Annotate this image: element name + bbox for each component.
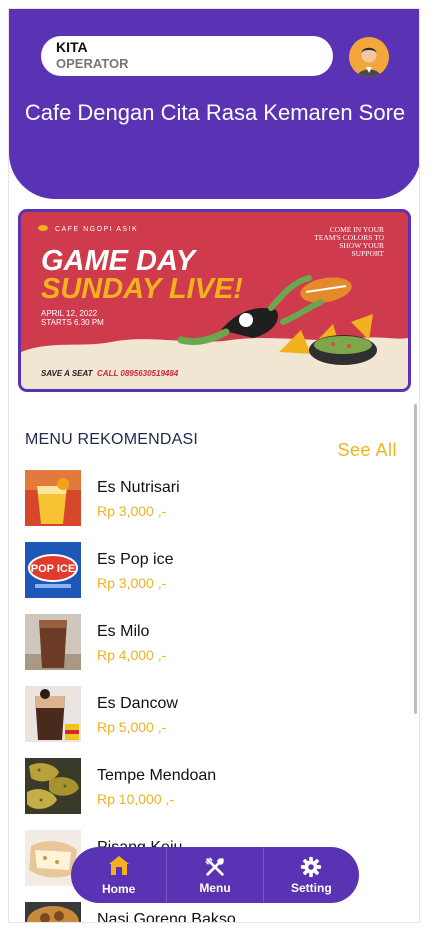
nav-menu-label: Menu	[199, 881, 231, 895]
menu-item-name: Es Nutrisari	[97, 479, 180, 496]
svg-text:SAVE A SEAT: SAVE A SEAT	[41, 369, 94, 378]
user-info-pill[interactable]: KITA OPERATOR	[41, 36, 333, 76]
svg-text:SUPPORT: SUPPORT	[352, 249, 385, 258]
home-icon	[107, 854, 131, 878]
user-role: OPERATOR	[56, 56, 129, 71]
promo-banner-image: CAFE NGOPI ASIK GAME DAY SUNDAY LIVE! AP…	[21, 212, 408, 389]
page-title: Cafe Dengan Cita Rasa Kemaren Sore	[24, 100, 406, 125]
menu-item-nasi-goreng-bakso[interactable]: Nasi Goreng Bakso	[25, 902, 405, 923]
svg-text:STARTS 6.30 PM: STARTS 6.30 PM	[41, 318, 104, 327]
nav-home[interactable]: Home	[71, 847, 166, 903]
es-pop-ice-image: POP ICE	[25, 542, 81, 598]
menu-item-tempe-mendoan[interactable]: Tempe Mendoan Rp 10,000 ,-	[25, 758, 405, 830]
nav-menu[interactable]: Menu	[166, 847, 262, 903]
svg-text:APRIL 12, 2022: APRIL 12, 2022	[41, 309, 98, 318]
menu-item-name: Es Pop ice	[97, 551, 174, 568]
menu-item-name: Es Dancow	[97, 695, 178, 712]
avatar[interactable]	[349, 37, 389, 77]
nav-setting-label: Setting	[290, 881, 332, 895]
menu-item-es-nutrisari[interactable]: Es Nutrisari Rp 3,000 ,-	[25, 470, 405, 542]
section-title: MENU REKOMENDASI	[25, 431, 198, 448]
menu-item-name: Es Milo	[97, 623, 150, 640]
svg-text:CALL 0895630519484: CALL 0895630519484	[97, 369, 179, 378]
bottom-nav: Home Menu Setting	[71, 847, 359, 903]
es-milo-image	[25, 614, 81, 670]
see-all-link[interactable]: See All	[337, 440, 397, 461]
promo-banner[interactable]: CAFE NGOPI ASIK GAME DAY SUNDAY LIVE! AP…	[18, 209, 411, 392]
header: KITA OPERATOR Cafe Dengan Cita Rasa Kema…	[9, 9, 419, 199]
menu-item-name: Nasi Goreng Bakso	[97, 911, 236, 923]
nav-setting[interactable]: Setting	[262, 847, 359, 903]
app-screen: KITA OPERATOR Cafe Dengan Cita Rasa Kema…	[8, 8, 420, 923]
menu-item-price: Rp 5,000 ,-	[97, 719, 167, 735]
tempe-mendoan-image	[25, 758, 81, 814]
menu-item-price: Rp 10,000 ,-	[97, 791, 175, 807]
svg-text:CAFE NGOPI ASIK: CAFE NGOPI ASIK	[55, 226, 138, 233]
menu-item-price: Rp 3,000 ,-	[97, 575, 167, 591]
user-avatar-icon	[349, 37, 389, 77]
es-nutrisari-image	[25, 470, 81, 526]
menu-item-name: Tempe Mendoan	[97, 767, 217, 784]
menu-item-price: Rp 4,000 ,-	[97, 647, 167, 663]
svg-text:POP ICE: POP ICE	[31, 563, 75, 575]
scrollbar[interactable]	[414, 404, 417, 714]
menu-item-price: Rp 3,000 ,-	[97, 503, 167, 519]
svg-text:SUNDAY LIVE!: SUNDAY LIVE!	[41, 273, 243, 305]
user-name: KITA	[56, 39, 88, 55]
nav-home-label: Home	[101, 882, 136, 896]
menu-item-es-dancow[interactable]: Es Dancow Rp 5,000 ,-	[25, 686, 405, 758]
es-dancow-image	[25, 686, 81, 742]
gear-icon	[300, 855, 322, 879]
fork-knife-icon	[204, 855, 226, 879]
menu-item-es-pop-ice[interactable]: POP ICE Es Pop ice Rp 3,000 ,-	[25, 542, 405, 614]
menu-item-es-milo[interactable]: Es Milo Rp 4,000 ,-	[25, 614, 405, 686]
nasi-goreng-bakso-image	[25, 902, 81, 922]
